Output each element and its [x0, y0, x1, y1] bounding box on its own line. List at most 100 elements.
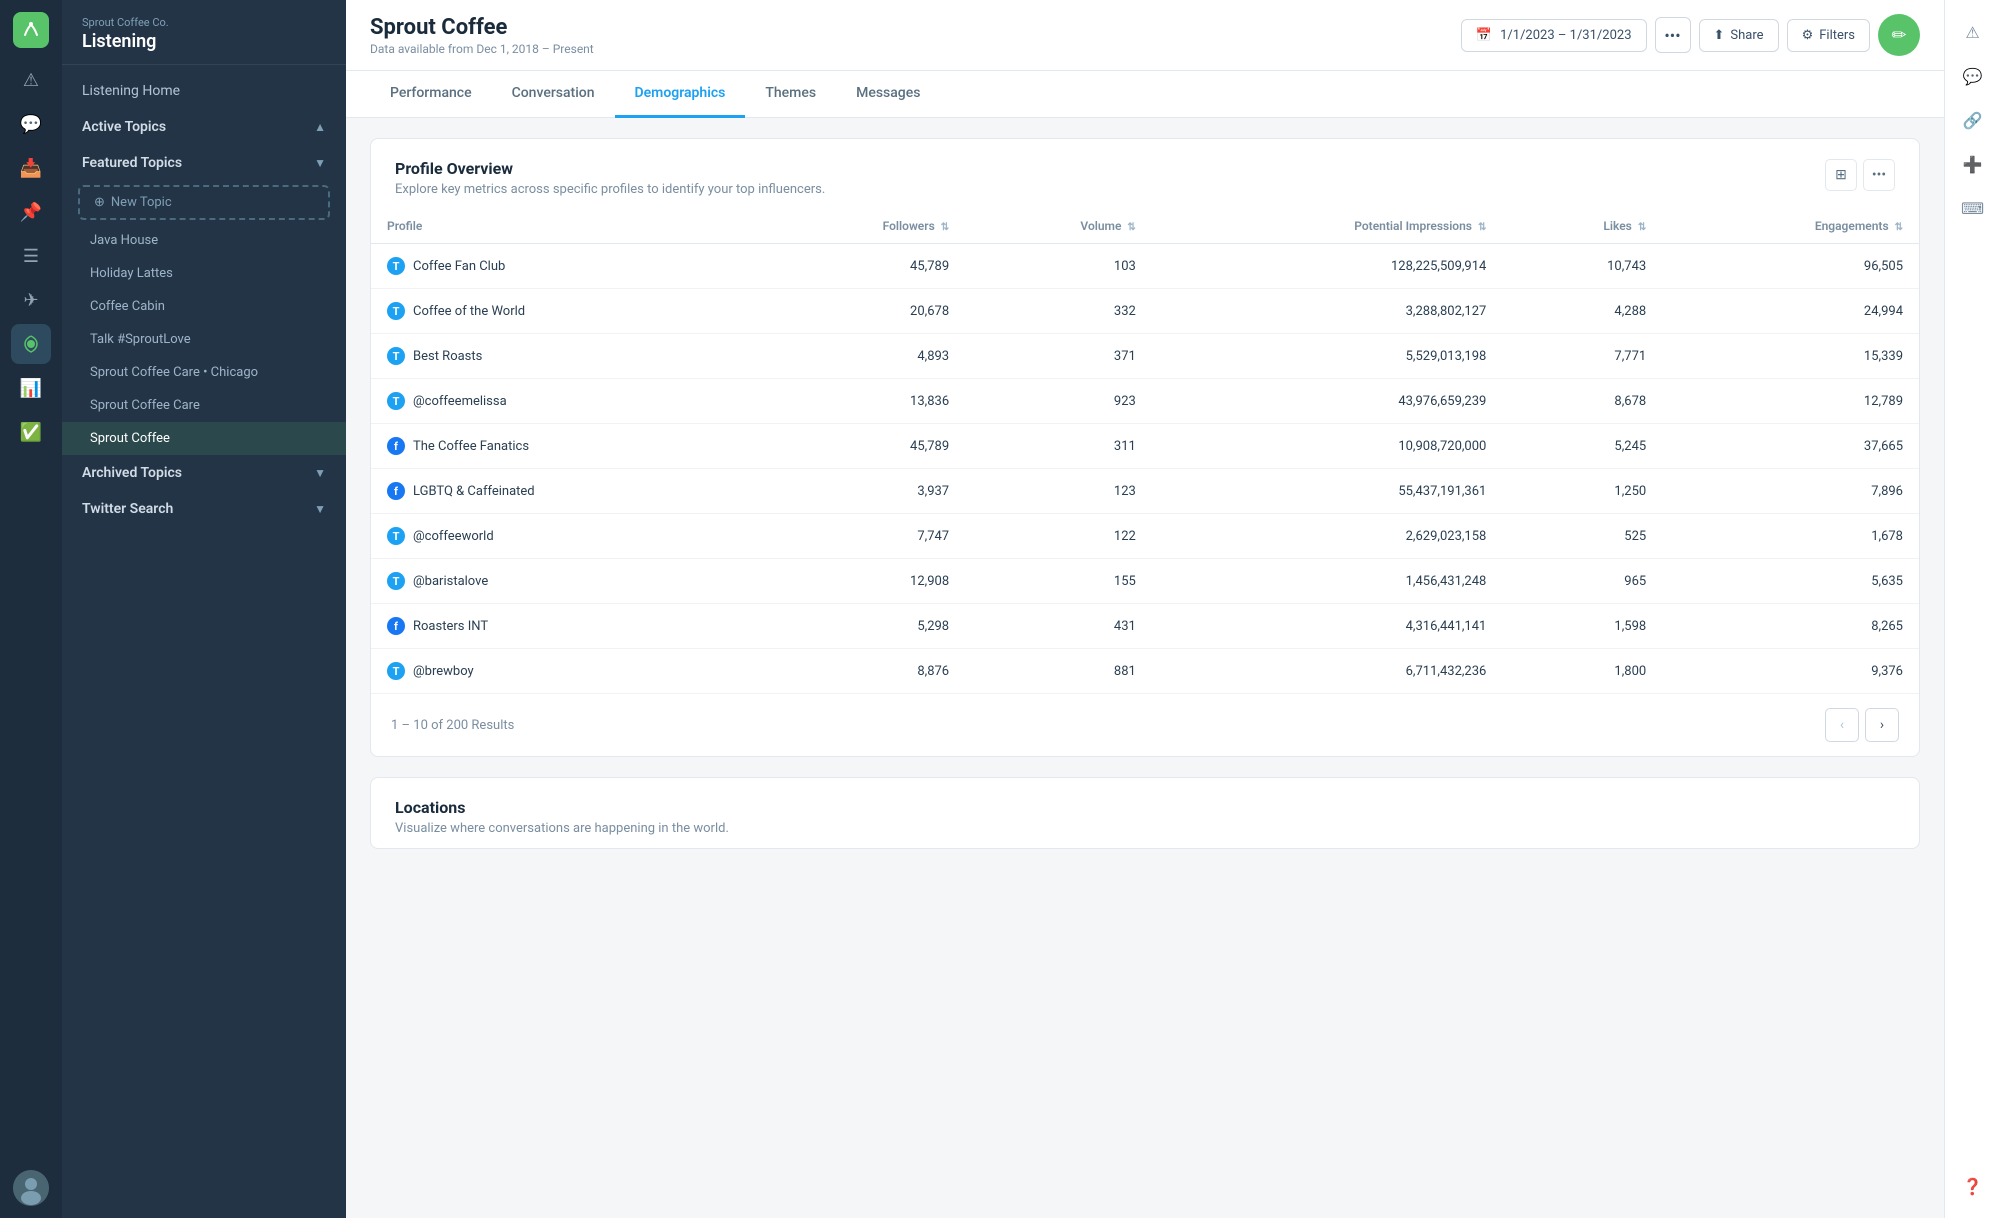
cell-engagements: 96,505	[1662, 244, 1919, 289]
nav-icon-alert[interactable]: ⚠	[11, 60, 51, 100]
right-rail-add-icon[interactable]: ➕	[1953, 144, 1993, 184]
table-row: T @coffeeworld 7,747 122 2,629,023,158 5…	[371, 514, 1919, 559]
cell-engagements: 12,789	[1662, 379, 1919, 424]
cell-engagements: 1,678	[1662, 514, 1919, 559]
facebook-icon: f	[387, 482, 405, 500]
cell-followers: 13,836	[755, 379, 965, 424]
cell-volume: 332	[965, 289, 1152, 334]
col-volume[interactable]: Volume ⇅	[965, 209, 1152, 244]
new-topic-button[interactable]: ⊕ New Topic	[78, 185, 330, 220]
filters-button[interactable]: ⚙ Filters	[1787, 19, 1870, 52]
sidebar-item-listening-home[interactable]: Listening Home	[62, 73, 346, 109]
cell-volume: 103	[965, 244, 1152, 289]
col-likes[interactable]: Likes ⇅	[1502, 209, 1662, 244]
sidebar-item-sprout-coffee[interactable]: Sprout Coffee	[62, 422, 346, 455]
tab-conversation[interactable]: Conversation	[492, 71, 615, 118]
locations-title: Locations	[395, 798, 729, 817]
cell-followers: 5,298	[755, 604, 965, 649]
sidebar-section-featured-topics[interactable]: Featured Topics ▼	[62, 145, 346, 181]
profile-name: @brewboy	[413, 664, 474, 679]
tab-demographics[interactable]: Demographics	[615, 71, 746, 118]
sidebar-item-coffee-cabin[interactable]: Coffee Cabin	[62, 290, 346, 323]
pagination-prev-button[interactable]: ‹	[1825, 708, 1859, 742]
cell-profile: f LGBTQ & Caffeinated	[371, 469, 755, 514]
date-range-text: 1/1/2023 – 1/31/2023	[1500, 28, 1631, 43]
sidebar-item-holiday-lattes[interactable]: Holiday Lattes	[62, 257, 346, 290]
twitter-icon: T	[387, 392, 405, 410]
twitter-icon: T	[387, 572, 405, 590]
cell-followers: 12,908	[755, 559, 965, 604]
share-button[interactable]: ⬆ Share	[1699, 19, 1779, 52]
card-more-button[interactable]: •••	[1863, 159, 1895, 191]
user-avatar[interactable]	[13, 1170, 49, 1206]
sidebar-item-sprout-coffee-care[interactable]: Sprout Coffee Care	[62, 389, 346, 422]
pagination-text: 1 – 10 of 200 Results	[391, 718, 514, 733]
nav-icon-tasks[interactable]: ✅	[11, 412, 51, 452]
cell-impressions: 6,711,432,236	[1152, 649, 1503, 694]
cell-engagements: 15,339	[1662, 334, 1919, 379]
cell-impressions: 3,288,802,127	[1152, 289, 1503, 334]
tab-themes[interactable]: Themes	[745, 71, 836, 118]
pagination-next-button[interactable]: ›	[1865, 708, 1899, 742]
nav-icon-send[interactable]: ✈	[11, 280, 51, 320]
cell-volume: 881	[965, 649, 1152, 694]
cell-impressions: 128,225,509,914	[1152, 244, 1503, 289]
locations-subtitle: Visualize where conversations are happen…	[395, 821, 729, 836]
new-topic-label: New Topic	[111, 195, 172, 210]
cell-profile: T Coffee Fan Club	[371, 244, 755, 289]
cell-engagements: 37,665	[1662, 424, 1919, 469]
right-rail-keyboard-icon[interactable]: ⌨	[1953, 188, 1993, 228]
compose-button[interactable]: ✏	[1878, 14, 1920, 56]
topbar-left: Sprout Coffee Data available from Dec 1,…	[370, 15, 594, 56]
more-options-button[interactable]: •••	[1655, 17, 1691, 53]
card-title: Profile Overview	[395, 159, 825, 178]
right-rail-link-icon[interactable]: 🔗	[1953, 100, 1993, 140]
cell-likes: 965	[1502, 559, 1662, 604]
calendar-icon: 📅	[1476, 28, 1492, 43]
table-view-button[interactable]: ⊞	[1825, 159, 1857, 191]
nav-icon-listening[interactable]	[11, 324, 51, 364]
nav-icon-chat[interactable]: 💬	[11, 104, 51, 144]
right-rail-alert-icon[interactable]: ⚠	[1953, 12, 1993, 52]
twitter-search-label: Twitter Search	[82, 501, 173, 517]
sidebar-section-active-topics[interactable]: Active Topics ▲	[62, 109, 346, 145]
archived-topics-label: Archived Topics	[82, 465, 182, 481]
edit-icon: ✏	[1891, 25, 1906, 46]
tab-performance[interactable]: Performance	[370, 71, 492, 118]
date-range-button[interactable]: 📅 1/1/2023 – 1/31/2023	[1461, 19, 1647, 52]
sidebar-item-java-house[interactable]: Java House	[62, 224, 346, 257]
sidebar-section-twitter-search[interactable]: Twitter Search ▼	[62, 491, 346, 527]
nav-icon-inbox[interactable]: 📥	[11, 148, 51, 188]
sidebar-item-sprout-coffee-care-chicago[interactable]: Sprout Coffee Care • Chicago	[62, 356, 346, 389]
cell-profile: T Coffee of the World	[371, 289, 755, 334]
profile-name: @coffeemelissa	[413, 394, 507, 409]
chevron-down-icon: ▼	[314, 156, 326, 170]
col-engagements[interactable]: Engagements ⇅	[1662, 209, 1919, 244]
cell-engagements: 8,265	[1662, 604, 1919, 649]
col-impressions[interactable]: Potential Impressions ⇅	[1152, 209, 1503, 244]
nav-icon-pin[interactable]: 📌	[11, 192, 51, 232]
cell-profile: T @baristalove	[371, 559, 755, 604]
page-subtitle: Data available from Dec 1, 2018 – Presen…	[370, 42, 594, 56]
twitter-icon: T	[387, 257, 405, 275]
tab-messages[interactable]: Messages	[836, 71, 940, 118]
nav-icon-list[interactable]: ☰	[11, 236, 51, 276]
table-row: T @brewboy 8,876 881 6,711,432,236 1,800…	[371, 649, 1919, 694]
sidebar-item-talk-sproutlove[interactable]: Talk #SproutLove	[62, 323, 346, 356]
card-subtitle: Explore key metrics across specific prof…	[395, 182, 825, 197]
featured-topics-label: Featured Topics	[82, 155, 182, 171]
profile-name: LGBTQ & Caffeinated	[413, 484, 535, 499]
col-followers[interactable]: Followers ⇅	[755, 209, 965, 244]
sidebar-section-archived-topics[interactable]: Archived Topics ▼	[62, 455, 346, 491]
nav-icon-analytics[interactable]: 📊	[11, 368, 51, 408]
cell-profile: T @coffeeworld	[371, 514, 755, 559]
locations-card-header: Locations Visualize where conversations …	[371, 778, 1919, 848]
profile-table-wrap: Profile Followers ⇅ Volume ⇅ Potential I…	[371, 209, 1919, 693]
icon-rail: ⚠ 💬 📥 📌 ☰ ✈ 📊 ✅	[0, 0, 62, 1218]
right-rail-chat-icon[interactable]: 💬	[1953, 56, 1993, 96]
sidebar-header: Sprout Coffee Co. Listening	[62, 0, 346, 65]
twitter-icon: T	[387, 347, 405, 365]
cell-impressions: 43,976,659,239	[1152, 379, 1503, 424]
right-rail-help-icon[interactable]: ❓	[1953, 1166, 1993, 1206]
filter-icon: ⚙	[1802, 28, 1814, 43]
